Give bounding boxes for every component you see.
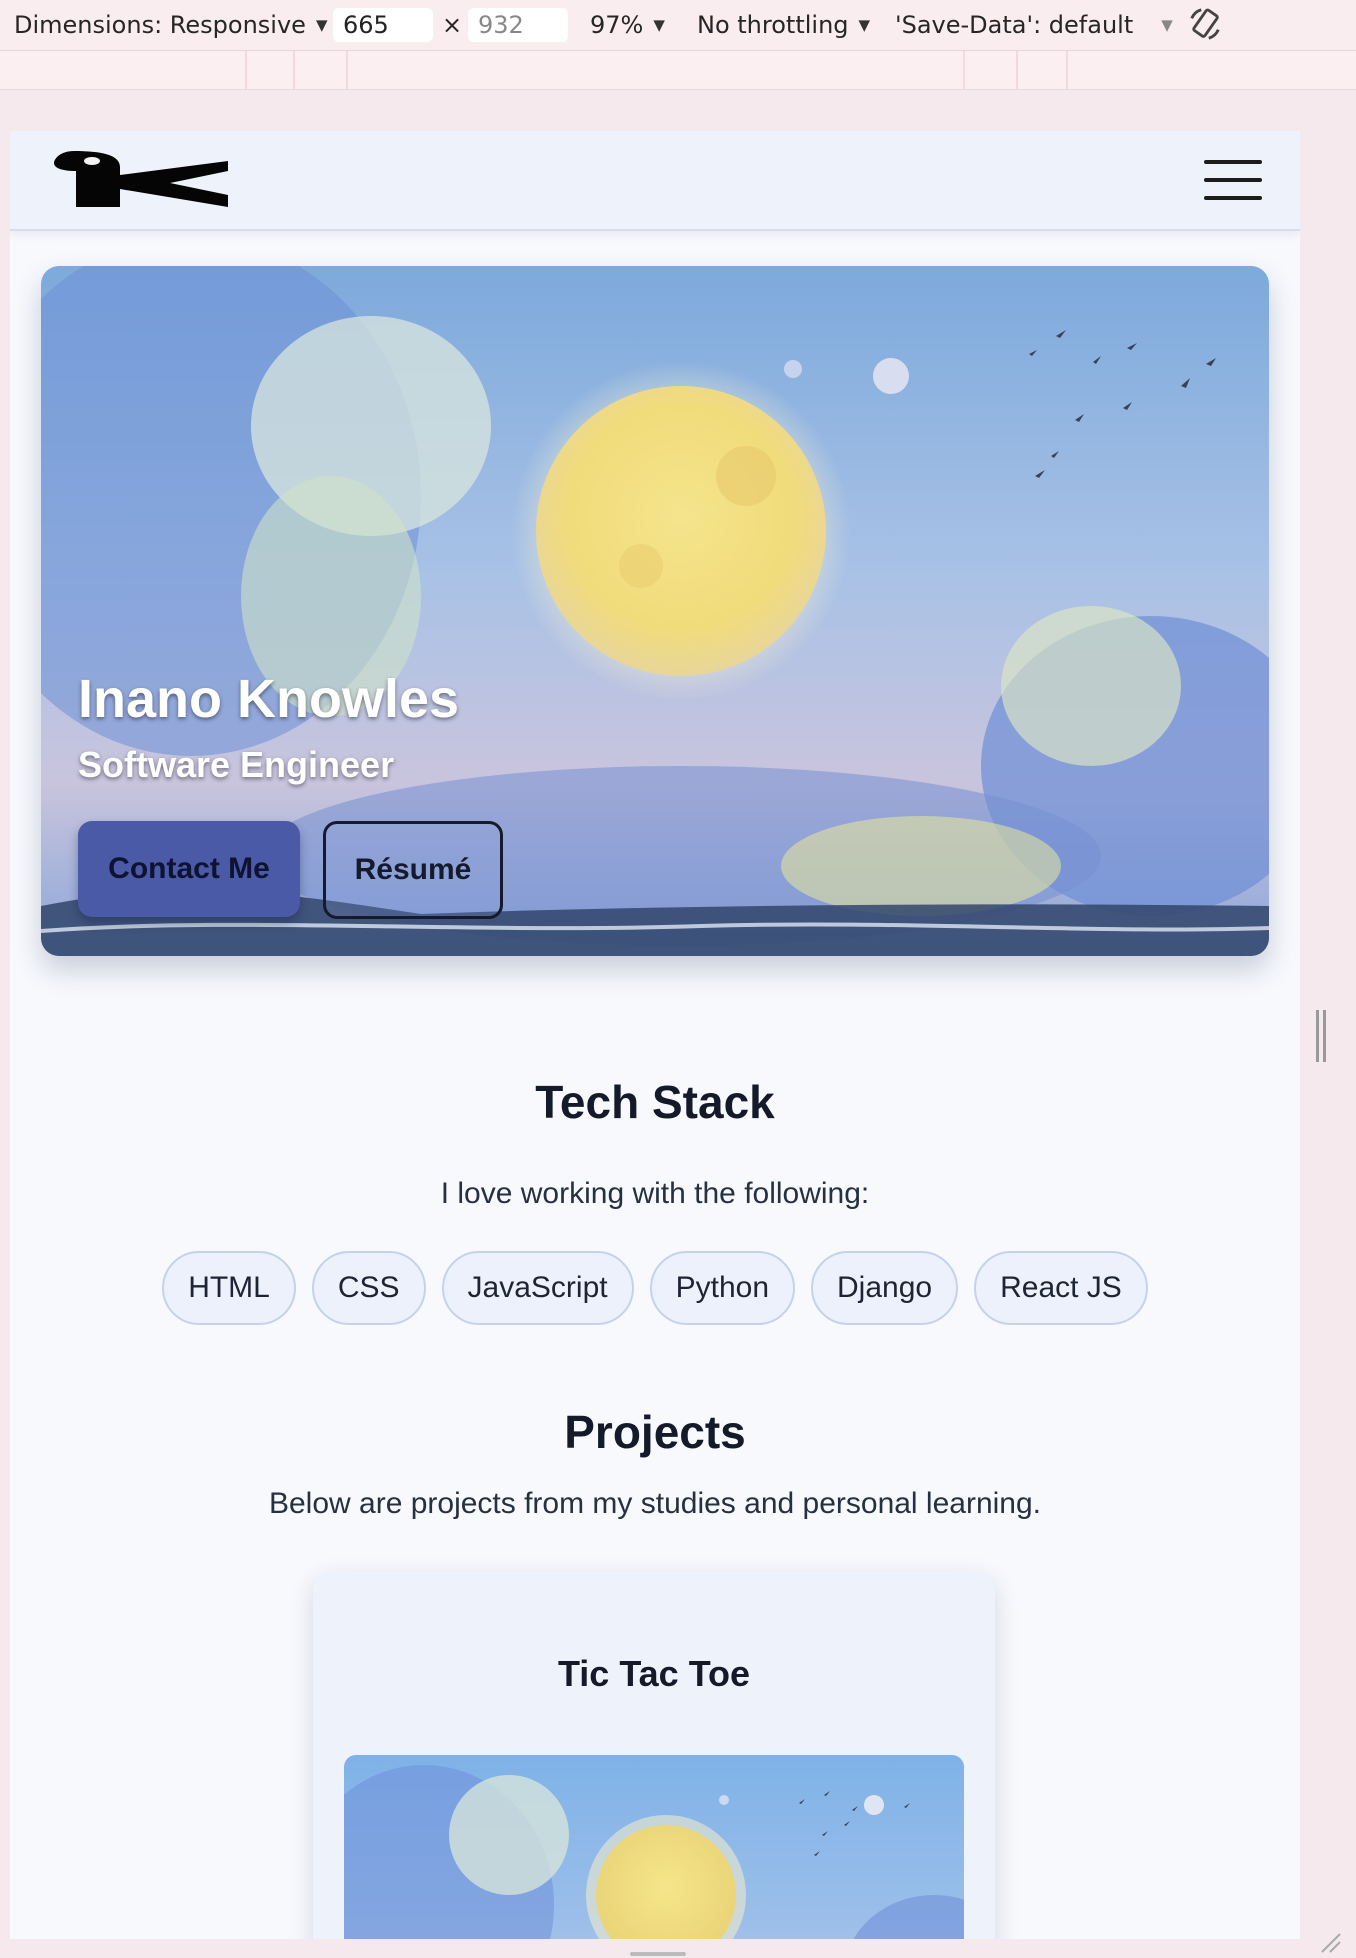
- tech-chip-javascript: JavaScript: [441, 1251, 634, 1325]
- menu-line: [1204, 178, 1262, 182]
- dimensions-dropdown[interactable]: Dimensions: Responsive ▼: [14, 11, 327, 39]
- hero-name: Inano Knowles: [78, 669, 460, 729]
- tech-chip-python: Python: [649, 1251, 796, 1325]
- emulated-viewport: Inano Knowles Software Engineer Contact …: [10, 131, 1300, 1939]
- projects-subtitle: Below are projects from my studies and p…: [268, 1487, 1042, 1520]
- tech-chip-django: Django: [811, 1251, 959, 1325]
- project-thumbnail: [344, 1755, 964, 1939]
- project-image: [344, 1755, 964, 1939]
- tech-stack-subtitle: I love working with the following:: [440, 1177, 870, 1210]
- project-title: Tic Tac Toe: [557, 1653, 751, 1694]
- tech-chip-react-js: React JS: [974, 1251, 1148, 1325]
- tech-chip-html: HTML: [162, 1251, 296, 1325]
- ruler-marker: [1016, 51, 1018, 89]
- viewport-width-input[interactable]: [333, 8, 433, 42]
- chevron-down-icon: ▼: [1161, 16, 1173, 34]
- site-header: [10, 131, 1300, 231]
- ruler-marker: [245, 51, 247, 89]
- contact-me-button[interactable]: Contact Me: [78, 821, 300, 917]
- throttling-dropdown[interactable]: No throttling ▼: [697, 11, 870, 39]
- hero-section: Inano Knowles Software Engineer Contact …: [41, 266, 1269, 956]
- menu-line: [1204, 160, 1262, 164]
- tech-chip-css: CSS: [311, 1251, 426, 1325]
- save-data-dropdown[interactable]: 'Save-Data': default ▼: [895, 11, 1173, 39]
- ruler-marker: [346, 51, 348, 89]
- chevron-down-icon: ▼: [858, 16, 871, 34]
- ruler-marker: [1066, 51, 1068, 89]
- tech-stack-title: Tech Stack: [535, 1076, 775, 1128]
- rotate-icon[interactable]: [1186, 5, 1224, 43]
- throttling-label: No throttling: [697, 11, 849, 39]
- devtools-device-toolbar: Dimensions: Responsive ▼ × 97% ▼ No thro…: [0, 0, 1356, 51]
- ruler-marker: [963, 51, 965, 89]
- times-separator: ×: [442, 11, 463, 39]
- resume-button[interactable]: Résumé: [323, 821, 503, 919]
- site-logo[interactable]: [52, 145, 282, 215]
- zoom-label: 97%: [590, 11, 644, 39]
- chevron-down-icon: ▼: [315, 16, 328, 34]
- ruler-marker: [293, 51, 295, 89]
- save-data-label: 'Save-Data': default: [895, 11, 1134, 39]
- viewport-height-input[interactable]: [468, 8, 568, 42]
- menu-line: [1204, 196, 1262, 200]
- hamburger-menu-button[interactable]: [1204, 160, 1262, 200]
- tech-stack-list: HTML CSS JavaScript Python Django React …: [10, 1251, 1300, 1325]
- media-query-ruler[interactable]: [0, 51, 1356, 90]
- project-card[interactable]: Tic Tac Toe: [313, 1571, 995, 1939]
- zoom-dropdown[interactable]: 97% ▼: [590, 11, 665, 39]
- chevron-down-icon: ▼: [653, 16, 665, 34]
- hero-role: Software Engineer: [78, 744, 395, 785]
- projects-title: Projects: [564, 1406, 746, 1458]
- corner-resize-icon[interactable]: [1318, 1930, 1342, 1954]
- viewport-resize-handle[interactable]: [1316, 1010, 1326, 1062]
- viewport-bottom-resize-handle[interactable]: [630, 1952, 686, 1956]
- dimensions-label: Dimensions: Responsive: [14, 11, 306, 39]
